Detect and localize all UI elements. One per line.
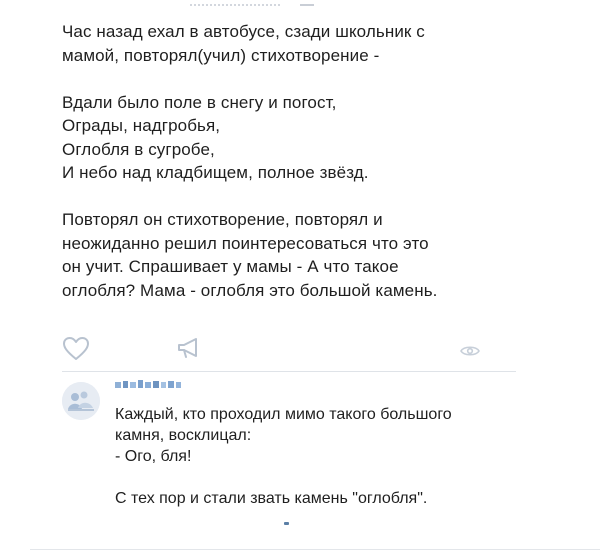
heart-icon bbox=[63, 337, 89, 360]
poem-line: Ограды, надгробья, bbox=[62, 116, 221, 135]
poem-line: Вдали было поле в снегу и погост, bbox=[62, 92, 337, 112]
post: Час назад ехал в автобусе, сзади школьни… bbox=[0, 0, 600, 372]
comment-text: Каждый, кто проходил мимо такого большог… bbox=[115, 404, 535, 530]
comment-paragraph: С тех пор и стали звать камень "оглобля"… bbox=[115, 488, 535, 509]
comment-author-name[interactable] bbox=[115, 378, 185, 390]
comment-line: С тех пор и стали звать камень "оглобля"… bbox=[115, 490, 428, 507]
post-paragraph: Повторял он стихотворение, повторял и не… bbox=[62, 208, 562, 302]
post-header-remnant-mark bbox=[300, 0, 314, 6]
post-header-remnant bbox=[190, 0, 280, 6]
author-name-blurred bbox=[115, 380, 181, 388]
post-line: Повторял он стихотворение, повторял и bbox=[62, 210, 383, 229]
bottom-divider bbox=[30, 549, 600, 550]
comment-line: - Ого, бля! bbox=[115, 448, 192, 465]
post-text: Час назад ехал в автобусе, сзади школьни… bbox=[62, 20, 562, 326]
like-button[interactable] bbox=[62, 336, 90, 367]
post-line: оглобля? Мама - оглобля это большой каме… bbox=[62, 280, 438, 300]
comment-paragraph: Каждый, кто проходил мимо такого большог… bbox=[115, 404, 535, 467]
comment-more-indicator[interactable] bbox=[284, 522, 289, 525]
comment: Каждый, кто проходил мимо такого большог… bbox=[0, 372, 600, 542]
post-line: мамой, повторял(учил) стихотворение - bbox=[62, 45, 380, 65]
post-line: Час назад ехал в автобусе, сзади школьни… bbox=[62, 22, 425, 41]
poem-stanza: Вдали было поле в снегу и погост, Ограды… bbox=[62, 91, 562, 185]
avatar-image bbox=[62, 382, 100, 420]
post-line: он учит. Спрашивает у мамы - А что такое bbox=[62, 257, 399, 276]
post-actions bbox=[62, 336, 482, 366]
avatar[interactable] bbox=[62, 382, 100, 420]
post-paragraph: Час назад ехал в автобусе, сзади школьни… bbox=[62, 20, 562, 67]
comment-line: камня, восклицал: bbox=[115, 427, 252, 444]
megaphone-icon bbox=[178, 338, 197, 358]
share-button[interactable] bbox=[176, 336, 202, 365]
comment-line: Каждый, кто проходил мимо такого большог… bbox=[115, 406, 452, 423]
poem-line: И небо над кладбищем, полное звёзд. bbox=[62, 163, 369, 182]
poem-line: Оглобля в сугробе, bbox=[62, 139, 215, 159]
views-indicator bbox=[460, 344, 480, 363]
eye-icon bbox=[460, 346, 480, 356]
post-line: неожиданно решил поинтересоваться что эт… bbox=[62, 233, 429, 253]
